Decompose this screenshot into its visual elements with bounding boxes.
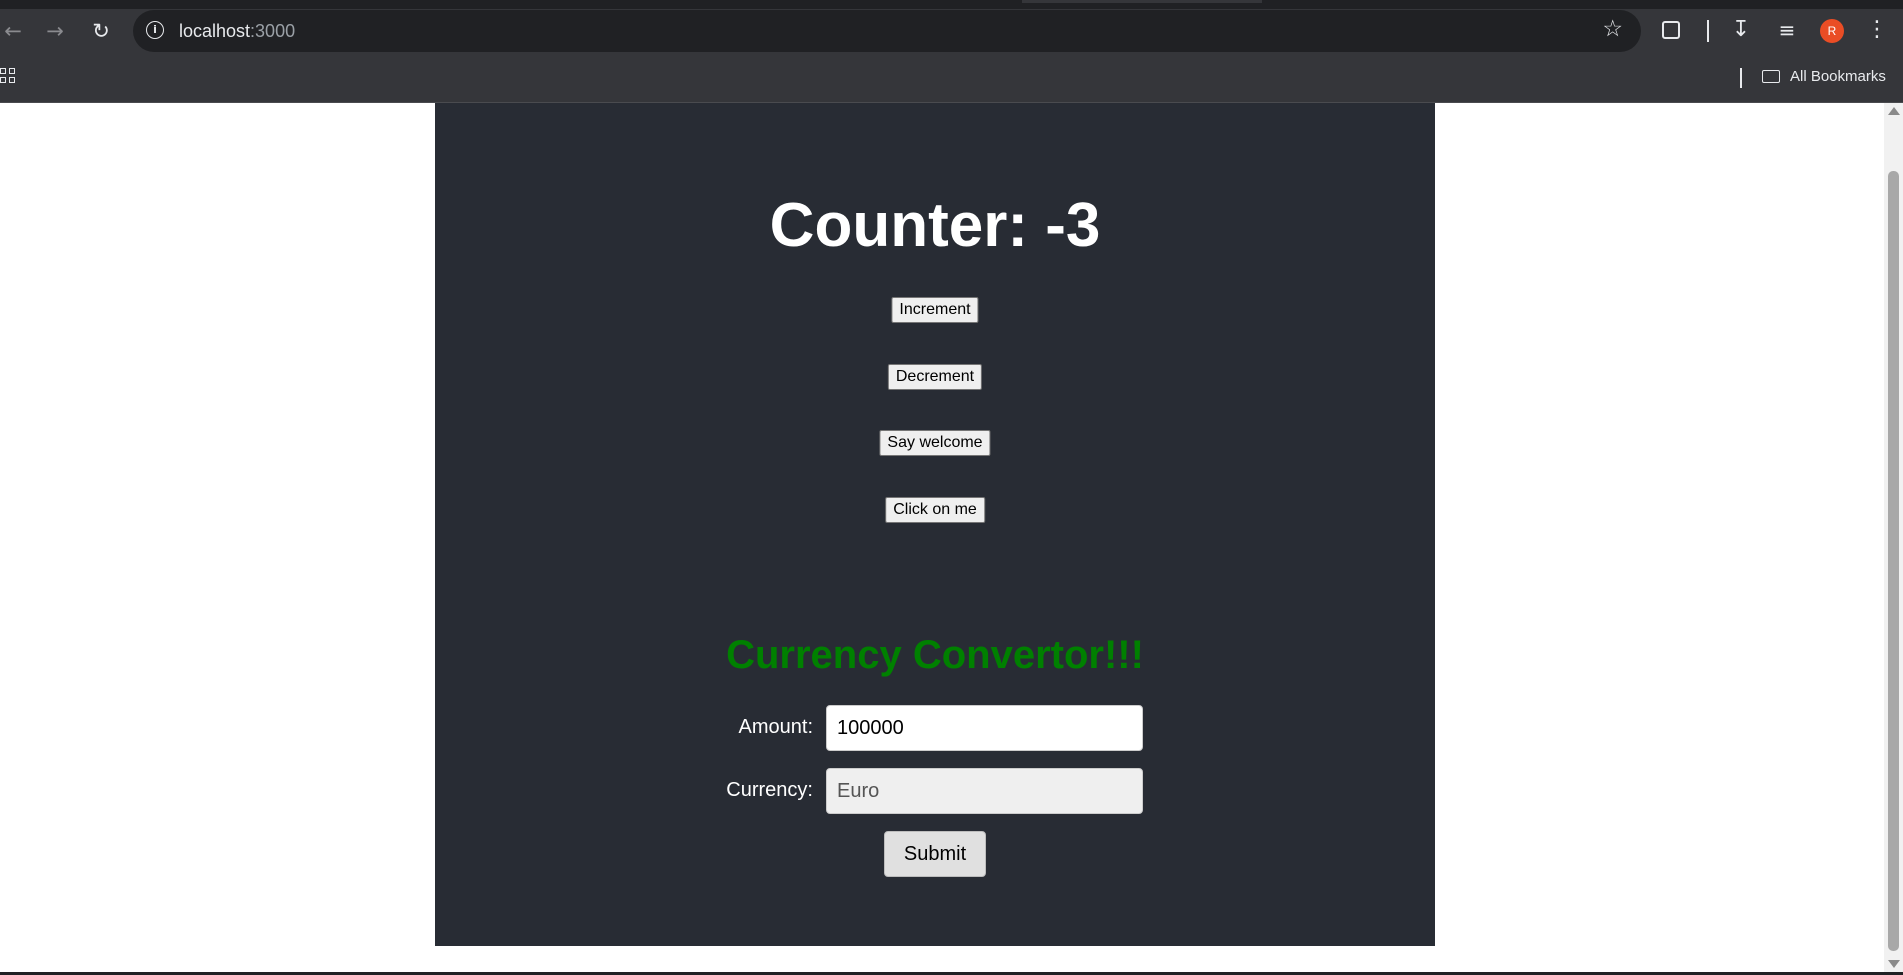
- say-welcome-button[interactable]: Say welcome: [879, 430, 991, 456]
- page-viewport: Counter: -3 Increment Decrement Say welc…: [0, 103, 1884, 972]
- currency-label: Currency:: [726, 779, 813, 801]
- scroll-up-arrow-icon[interactable]: [1888, 107, 1900, 115]
- download-icon[interactable]: ↧: [1730, 17, 1752, 43]
- scrollbar-thumb[interactable]: [1888, 171, 1899, 951]
- bookmark-star-icon[interactable]: ☆: [1602, 16, 1623, 42]
- amount-input[interactable]: [826, 705, 1143, 751]
- scroll-down-arrow-icon[interactable]: [1888, 960, 1900, 968]
- media-control-icon[interactable]: ≡: [1776, 17, 1798, 43]
- reload-icon[interactable]: ↻: [88, 18, 114, 44]
- site-info-icon[interactable]: i: [146, 21, 164, 39]
- forward-arrow-icon[interactable]: →: [42, 18, 68, 44]
- vertical-scrollbar[interactable]: [1884, 103, 1903, 972]
- click-on-me-button[interactable]: Click on me: [885, 497, 985, 523]
- all-bookmarks-label: All Bookmarks: [1790, 68, 1886, 85]
- bookmarks-divider: [1740, 68, 1742, 88]
- amount-label: Amount:: [738, 716, 813, 738]
- url-text[interactable]: localhost:3000: [179, 21, 295, 42]
- browser-toolbar: ← → ↻ i localhost:3000 ☆ ↧ ≡ R ⋮: [0, 0, 1903, 62]
- url-host: localhost: [179, 21, 251, 41]
- decrement-button[interactable]: Decrement: [887, 364, 983, 390]
- submit-button[interactable]: Submit: [884, 831, 986, 877]
- active-tab-edge[interactable]: [1022, 0, 1262, 3]
- tab-strip: [0, 0, 1903, 9]
- back-arrow-icon[interactable]: ←: [0, 18, 26, 44]
- profile-avatar[interactable]: R: [1820, 19, 1844, 43]
- currency-input[interactable]: [826, 768, 1143, 814]
- toolbar-divider: [1707, 20, 1709, 42]
- address-bar[interactable]: i localhost:3000 ☆: [133, 10, 1641, 52]
- extensions-icon[interactable]: [1662, 21, 1680, 39]
- currency-row: Currency:: [435, 768, 1435, 814]
- currency-converter-heading: Currency Convertor!!!: [726, 633, 1144, 677]
- counter-heading: Counter: -3: [769, 191, 1101, 260]
- app-container: Counter: -3 Increment Decrement Say welc…: [435, 103, 1435, 946]
- menu-kebab-icon[interactable]: ⋮: [1866, 17, 1888, 43]
- all-bookmarks-button[interactable]: All Bookmarks: [1762, 68, 1886, 85]
- folder-icon: [1762, 70, 1780, 83]
- apps-grid-icon[interactable]: [0, 68, 18, 86]
- increment-button[interactable]: Increment: [891, 297, 979, 323]
- url-port: :3000: [250, 21, 296, 41]
- amount-row: Amount:: [435, 705, 1435, 751]
- bookmarks-bar: All Bookmarks: [0, 62, 1903, 103]
